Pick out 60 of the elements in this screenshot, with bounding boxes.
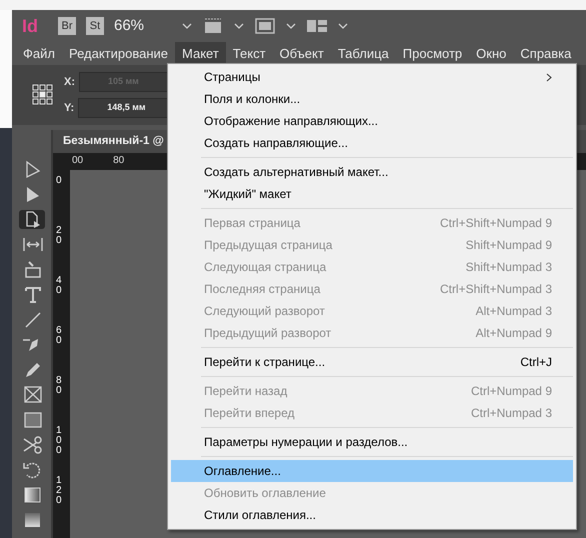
field-label: Y: xyxy=(64,100,74,116)
stock-button[interactable]: St xyxy=(86,17,104,35)
shortcut-label: Ctrl+Numpad 9 xyxy=(470,383,552,400)
menu-item-label: Параметры нумерации и разделов... xyxy=(204,434,408,451)
menu-item-label: Перейти к странице... xyxy=(204,354,326,371)
menu-bar-item[interactable]: Макет xyxy=(175,42,226,65)
menu-item[interactable]: Создать направляющие... xyxy=(171,132,573,154)
chevron-icon[interactable] xyxy=(286,22,296,30)
rotate-icon[interactable] xyxy=(20,460,42,479)
menu-bar-item[interactable]: Окно xyxy=(469,42,514,65)
menu-item-label: Перейти назад xyxy=(204,383,288,400)
menu-item[interactable]: Перейти к странице... Ctrl+J xyxy=(171,351,573,373)
arrange-documents-icon[interactable] xyxy=(306,18,328,34)
menu-item-label: Обновить оглавление xyxy=(204,485,326,502)
menu-item-label: "Жидкий" макет xyxy=(204,186,292,203)
menu-item-label: Стили оглавления... xyxy=(204,507,316,524)
menu-item-label: Предыдущий разворот xyxy=(204,325,332,342)
menu-item-label: Следующий разворот xyxy=(204,303,325,320)
frame-edges-icon[interactable] xyxy=(202,17,224,35)
menu-bar-item[interactable]: Справка xyxy=(513,42,578,65)
menu-item-label: Первая страница xyxy=(204,215,300,232)
menu-item[interactable]: "Жидкий" макет xyxy=(171,183,573,205)
shortcut-label: Ctrl+J xyxy=(520,354,552,371)
chevron-icon[interactable] xyxy=(338,22,348,30)
gap-icon[interactable] xyxy=(20,235,42,254)
chevron-icon[interactable] xyxy=(182,22,192,30)
ruler-label: 00 xyxy=(72,154,84,168)
screen-mode-icon[interactable] xyxy=(254,17,276,35)
menu-bar-item[interactable]: Редактирование xyxy=(62,42,175,65)
field-label: X: xyxy=(64,74,75,90)
shortcut-label: Shift+Numpad 9 xyxy=(466,237,552,254)
menu-item[interactable]: Стили оглавления... xyxy=(171,504,573,526)
menu-bar-item[interactable]: Объект xyxy=(272,42,331,65)
menu-item-label: Создать направляющие... xyxy=(204,135,348,152)
zoom-level[interactable]: 66% xyxy=(114,14,172,38)
menu-bar-item[interactable]: Текст xyxy=(226,42,273,65)
bridge-button[interactable]: Br xyxy=(58,17,76,35)
shortcut-label: Ctrl+Shift+Numpad 3 xyxy=(440,281,552,298)
menu-item[interactable]: Параметры нумерации и разделов... xyxy=(171,431,573,453)
menu-item[interactable]: Создать альтернативный макет... xyxy=(171,161,573,183)
menu-bar-item[interactable]: Файл xyxy=(16,42,62,65)
app-logo: Id xyxy=(22,14,39,38)
document-tab[interactable]: Безымянный-1 @ xyxy=(63,132,164,150)
menu-bar-item[interactable]: Таблица xyxy=(330,42,396,65)
shortcut-label: Ctrl+Numpad 3 xyxy=(470,405,552,422)
menu-bar-item[interactable]: Просмотр xyxy=(396,42,470,65)
menu-item-label: Последняя страница xyxy=(204,281,320,298)
shortcut-label: Alt+Numpad 3 xyxy=(476,303,552,320)
shortcut-label: Shift+Numpad 3 xyxy=(466,259,552,276)
ruler-label: 80 xyxy=(113,154,124,168)
menu-item-label: Следующая страница xyxy=(204,259,326,276)
menu-item-label: Создать альтернативный макет... xyxy=(204,164,388,181)
chevron-icon[interactable] xyxy=(234,22,244,30)
reference-point-icon[interactable] xyxy=(32,84,54,106)
shortcut-label: Ctrl+Shift+Numpad 9 xyxy=(440,215,552,232)
menu-item-label: Оглавление... xyxy=(204,463,281,480)
shortcut-label: Alt+Numpad 9 xyxy=(476,325,552,342)
menu-item[interactable]: Оглавление... xyxy=(171,460,573,482)
menu-item-label: Перейти вперед xyxy=(204,405,295,422)
menu-item-label: Предыдущая страница xyxy=(204,237,332,254)
